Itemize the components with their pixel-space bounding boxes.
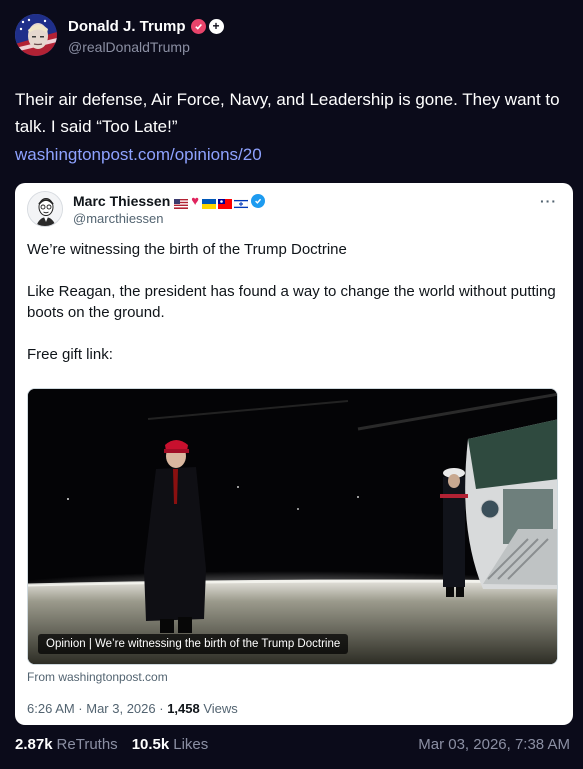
post-text: Their air defense, Air Force, Navy, and … <box>15 90 560 136</box>
likes-label: Likes <box>173 736 209 753</box>
link-source[interactable]: From washingtonpost.com <box>27 670 168 684</box>
quoted-paragraph: We’re witnessing the birth of the Trump … <box>27 241 347 258</box>
red-heart-icon: ♥ <box>191 193 199 208</box>
truth-post: Donald J. Trump + @realDonaldTrump Their… <box>0 0 583 769</box>
quoted-post-time[interactable]: 6:26 AM · Mar 3, 2026 · <box>27 701 167 716</box>
more-options-icon[interactable]: ··· <box>540 193 557 209</box>
retruths-stat[interactable]: 2.87k ReTruths <box>15 736 118 753</box>
author-avatar[interactable] <box>15 14 57 56</box>
ukraine-flag-icon <box>201 196 216 209</box>
taiwan-flag-icon <box>217 196 232 209</box>
flag-emojis: ♥ <box>174 193 249 210</box>
verified-check-icon <box>190 18 206 34</box>
author-name[interactable]: Donald J. Trump <box>68 18 186 35</box>
post-footer: 2.87k ReTruths 10.5k Likes Mar 03, 2026, 7… <box>15 736 570 753</box>
quoted-post-meta: 6:26 AM · Mar 3, 2026 · 1,458 Views <box>27 701 238 716</box>
quoted-views-count: 1,458 <box>167 701 200 716</box>
media-caption: Opinion | We’re witnessing the birth of … <box>38 634 349 654</box>
post-header: Donald J. Trump + @realDonaldTrump <box>15 14 224 56</box>
author-handle[interactable]: @realDonaldTrump <box>68 39 224 55</box>
quoted-views-label: Views <box>199 701 238 716</box>
post-link[interactable]: washingtonpost.com/opinions/20 <box>15 141 262 168</box>
post-timestamp[interactable]: Mar 03, 2026, 7:38 AM <box>418 736 570 753</box>
quoted-author-name[interactable]: Marc Thiessen <box>73 193 170 209</box>
quoted-post-header: Marc Thiessen ♥ @marcthiessen <box>27 191 265 227</box>
quoted-post-card[interactable]: Marc Thiessen ♥ @marcthiessen ··· We’re … <box>15 183 573 725</box>
quoted-author-handle[interactable]: @marcthiessen <box>73 211 265 226</box>
likes-stat[interactable]: 10.5k Likes <box>132 736 209 753</box>
quoted-author-avatar[interactable] <box>27 191 63 227</box>
night-helicopter-scene <box>28 389 557 664</box>
verified-check-icon <box>250 194 265 208</box>
quoted-paragraph: Like Reagan, the president has found a w… <box>27 283 556 321</box>
retruths-label: ReTruths <box>56 736 118 753</box>
quoted-post-text: We’re witnessing the birth of the Trump … <box>27 239 557 386</box>
link-preview-image[interactable]: Opinion | We’re witnessing the birth of … <box>27 388 558 665</box>
us-flag-icon <box>174 196 189 209</box>
quoted-paragraph: Free gift link: <box>27 346 113 363</box>
retruths-count: 2.87k <box>15 736 53 753</box>
israel-flag-icon <box>233 196 249 210</box>
likes-count: 10.5k <box>131 736 170 753</box>
plus-badge-icon: + <box>208 18 224 34</box>
